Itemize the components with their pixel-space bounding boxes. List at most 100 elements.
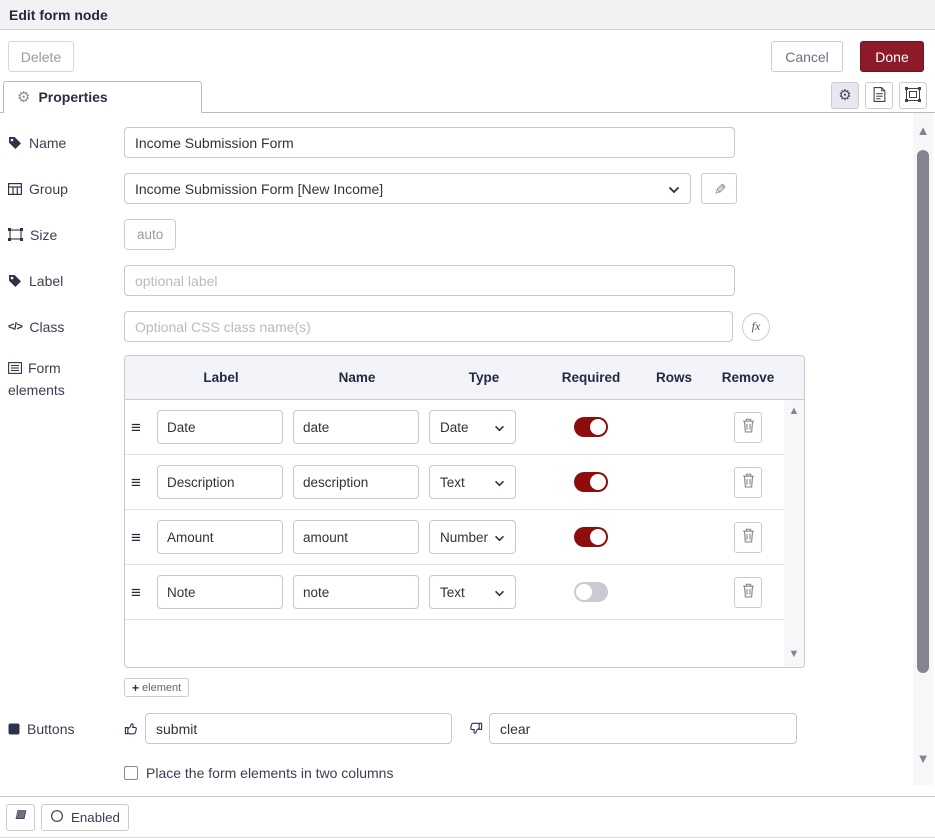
two-columns-checkbox[interactable] xyxy=(124,766,138,780)
tag-icon xyxy=(8,274,22,288)
col-header-rows: Rows xyxy=(639,370,709,385)
buttons-label: Buttons xyxy=(27,721,74,737)
col-header-required: Required xyxy=(543,370,639,385)
square-icon xyxy=(8,723,20,735)
label-label: Label xyxy=(29,273,63,289)
scroll-up-icon[interactable]: ▲ xyxy=(789,406,800,417)
trash-icon xyxy=(742,418,755,436)
required-toggle[interactable] xyxy=(574,417,608,437)
scrollbar-thumb[interactable] xyxy=(917,150,929,673)
table-icon xyxy=(8,183,22,195)
required-toggle[interactable] xyxy=(574,472,608,492)
element-name-input[interactable] xyxy=(293,575,419,609)
element-type-select[interactable]: Text xyxy=(429,465,516,499)
table-row: ≡ Text xyxy=(125,565,784,620)
two-columns-label: Place the form elements in two columns xyxy=(146,765,393,781)
name-input[interactable] xyxy=(124,127,735,158)
submit-button-input[interactable] xyxy=(145,713,452,744)
dialog-footer: Enabled xyxy=(0,796,935,837)
element-label-input[interactable] xyxy=(157,410,283,444)
delete-element-button[interactable] xyxy=(734,467,762,498)
toggle-knob xyxy=(590,419,606,435)
element-name-input[interactable] xyxy=(293,465,419,499)
drag-handle-icon[interactable]: ≡ xyxy=(131,528,141,547)
code-icon: </> xyxy=(8,321,22,333)
chevron-down-icon xyxy=(494,530,505,545)
group-select[interactable]: Income Submission Form [New Income] xyxy=(124,173,691,204)
label-input[interactable] xyxy=(124,265,735,296)
trash-icon xyxy=(742,583,755,601)
required-toggle[interactable] xyxy=(574,527,608,547)
col-header-label: Label xyxy=(153,370,289,385)
appearance-view-button[interactable] xyxy=(899,82,927,109)
tab-bar: ⚙ Properties ⚙ xyxy=(0,80,935,113)
pencil-icon: ✎ xyxy=(710,182,728,195)
element-label-input[interactable] xyxy=(157,465,283,499)
element-name-input[interactable] xyxy=(293,520,419,554)
drag-handle-icon[interactable]: ≡ xyxy=(131,418,141,437)
drag-handle-icon[interactable]: ≡ xyxy=(131,583,141,602)
class-field-label-group: </> Class xyxy=(8,319,124,335)
scroll-up-icon[interactable]: ▲ xyxy=(917,123,930,138)
tab-properties[interactable]: ⚙ Properties xyxy=(3,81,202,113)
thumbs-down-icon xyxy=(468,721,483,736)
element-type-select[interactable]: Text xyxy=(429,575,516,609)
toggle-knob xyxy=(576,584,592,600)
group-select-value: Income Submission Form [New Income] xyxy=(135,181,668,197)
trash-icon xyxy=(742,473,755,491)
element-type-value: Date xyxy=(440,420,494,435)
element-label-input[interactable] xyxy=(157,575,283,609)
chevron-down-icon xyxy=(494,585,505,600)
enabled-label: Enabled xyxy=(71,810,120,825)
list-icon xyxy=(8,362,22,374)
description-view-button[interactable] xyxy=(865,82,893,109)
done-button[interactable]: Done xyxy=(860,41,924,72)
drag-handle-icon[interactable]: ≡ xyxy=(131,473,141,492)
properties-view-button[interactable]: ⚙ xyxy=(831,82,859,109)
size-label: Size xyxy=(30,227,57,243)
element-type-select[interactable]: Number xyxy=(429,520,516,554)
delete-element-button[interactable] xyxy=(734,412,762,443)
tag-icon xyxy=(8,136,22,150)
fx-button[interactable]: fx xyxy=(742,313,770,341)
scroll-down-icon[interactable]: ▼ xyxy=(917,751,930,766)
table-row: ≡ Date xyxy=(125,400,784,455)
class-input[interactable] xyxy=(124,311,733,342)
size-button[interactable]: auto xyxy=(124,219,176,250)
gear-icon: ⚙ xyxy=(17,90,30,105)
table-scrollbar[interactable]: ▲ ▼ xyxy=(784,400,804,668)
cancel-button[interactable]: Cancel xyxy=(771,41,843,72)
element-type-select[interactable]: Date xyxy=(429,410,516,444)
buttons-field-label-group: Buttons xyxy=(8,721,124,737)
size-icon xyxy=(8,228,23,241)
edit-form-node-dialog: Edit form node Delete Cancel Done ⚙ Prop… xyxy=(0,0,935,838)
dialog-toolbar: Delete Cancel Done xyxy=(0,30,935,80)
form-elements-rows: ≡ Date xyxy=(125,400,784,668)
table-row: ≡ Number xyxy=(125,510,784,565)
plus-icon: + xyxy=(132,681,139,695)
group-label: Group xyxy=(29,181,68,197)
col-header-name: Name xyxy=(289,370,425,385)
class-label: Class xyxy=(29,319,64,335)
main-scrollbar[interactable]: ▲ ▼ xyxy=(913,113,933,785)
element-type-value: Text xyxy=(440,475,494,490)
required-toggle[interactable] xyxy=(574,582,608,602)
delete-element-button[interactable] xyxy=(734,522,762,553)
scroll-down-icon[interactable]: ▼ xyxy=(789,649,800,660)
label-field-label-group: Label xyxy=(8,273,124,289)
clear-button-input[interactable] xyxy=(489,713,797,744)
table-row: ≡ Text xyxy=(125,455,784,510)
edit-group-button[interactable]: ✎ xyxy=(701,173,737,204)
chevron-down-icon xyxy=(494,475,505,490)
enabled-toggle-button[interactable]: Enabled xyxy=(41,804,129,831)
element-name-input[interactable] xyxy=(293,410,419,444)
chevron-down-icon xyxy=(494,420,505,435)
delete-button[interactable]: Delete xyxy=(8,41,74,72)
name-field-label-group: Name xyxy=(8,135,124,151)
add-element-button[interactable]: + element xyxy=(124,678,189,697)
element-label-input[interactable] xyxy=(157,520,283,554)
node-help-button[interactable] xyxy=(6,804,35,831)
gear-icon: ⚙ xyxy=(838,88,851,103)
name-label: Name xyxy=(29,135,66,151)
delete-element-button[interactable] xyxy=(734,577,762,608)
